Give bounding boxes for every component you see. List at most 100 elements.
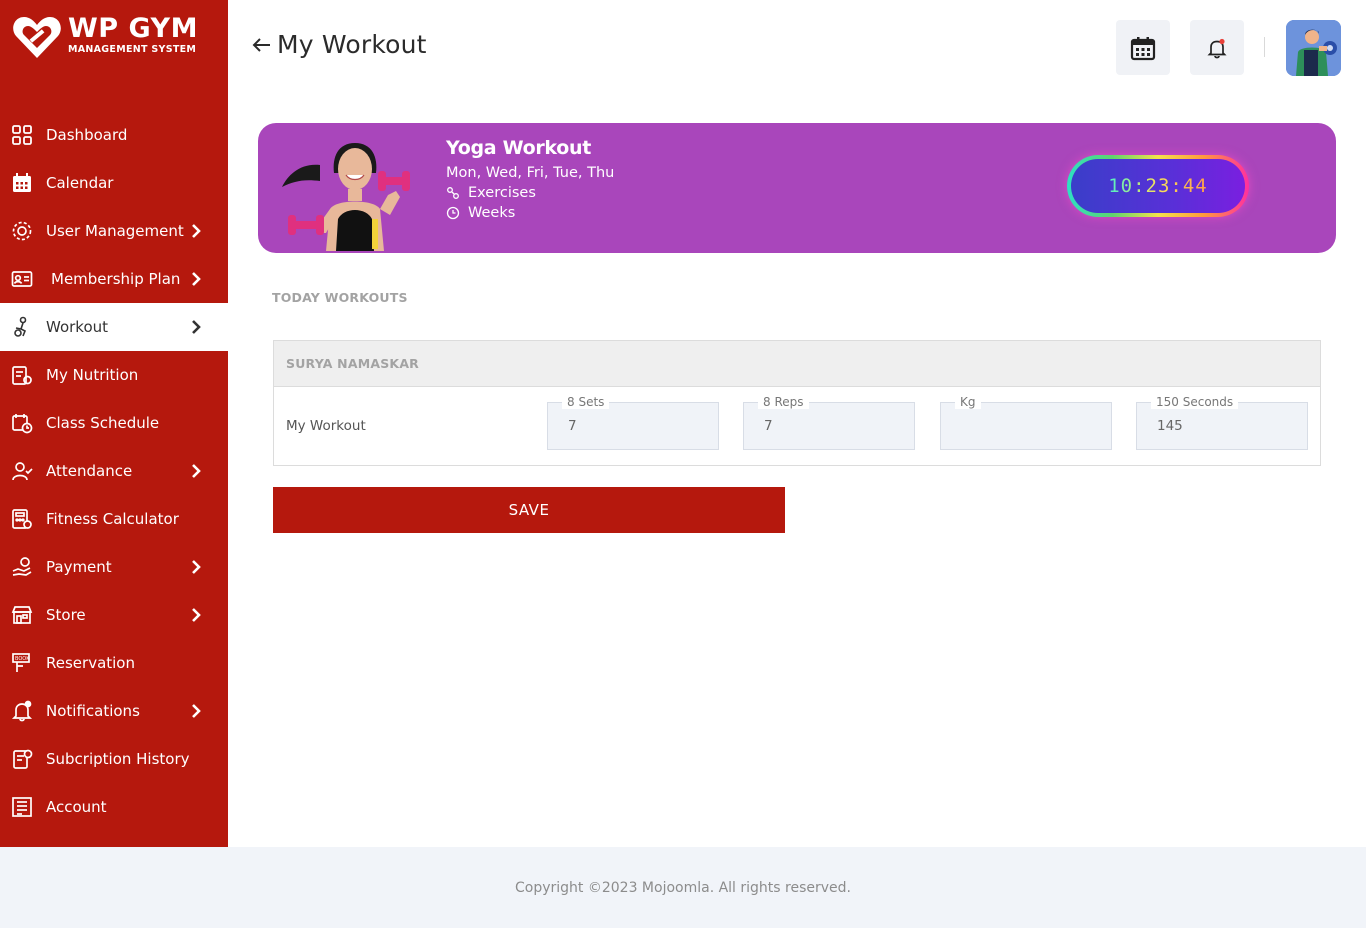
back-arrow-icon[interactable] xyxy=(250,34,272,56)
calendar-button[interactable] xyxy=(1116,20,1170,75)
brand-subtitle: MANAGEMENT SYSTEM xyxy=(68,44,197,55)
sidebar-item-fitness-calculator[interactable]: Fitness Calculator xyxy=(0,495,228,543)
chevron-right-icon xyxy=(192,224,201,238)
exercises-row: Exercises xyxy=(446,185,614,201)
sidebar-item-label: User Management xyxy=(46,222,184,240)
heart-logo-icon xyxy=(13,17,61,58)
user-avatar-image xyxy=(1286,20,1341,76)
workout-icon xyxy=(11,316,33,338)
timer-value: 10:23:44 xyxy=(1108,175,1208,197)
clock-icon xyxy=(446,206,460,220)
sets-field[interactable]: 8 Sets 7 xyxy=(547,395,719,450)
users-gear-icon xyxy=(11,220,33,242)
sidebar-item-label: Notifications xyxy=(46,702,140,720)
sidebar-item-label: My Nutrition xyxy=(46,366,139,384)
sidebar-item-dashboard[interactable]: Dashboard xyxy=(0,111,228,159)
chevron-right-icon xyxy=(192,272,201,286)
sidebar-item-user-management[interactable]: User Management xyxy=(0,207,228,255)
workout-timer: 10:23:44 xyxy=(1067,155,1249,217)
workout-days: Mon, Wed, Fri, Tue, Thu xyxy=(446,165,615,181)
calculator-icon xyxy=(11,508,33,530)
brand-logo-area[interactable]: WP GYM MANAGEMENT SYSTEM xyxy=(12,14,198,60)
row-label: My Workout xyxy=(286,418,366,434)
today-workouts-heading: TODAY WORKOUTS xyxy=(272,290,408,305)
save-button[interactable]: SAVE xyxy=(273,487,785,533)
svg-text:BOOK: BOOK xyxy=(15,656,30,662)
sidebar-item-my-nutrition[interactable]: My Nutrition xyxy=(0,351,228,399)
reps-legend: 8 Reps xyxy=(758,395,809,409)
sidebar-item-payment[interactable]: Payment xyxy=(0,543,228,591)
chevron-right-icon xyxy=(192,560,201,574)
sidebar-nav: Dashboard Calendar User Management Membe… xyxy=(0,111,228,831)
sidebar-item-label: Workout xyxy=(46,318,109,336)
payment-icon xyxy=(11,556,33,578)
nutrition-icon xyxy=(11,364,33,386)
sidebar: WP GYM MANAGEMENT SYSTEM Dashboard Calen… xyxy=(0,0,228,847)
user-avatar[interactable] xyxy=(1286,20,1341,76)
kg-legend: Kg xyxy=(955,395,981,409)
sidebar-item-label: Payment xyxy=(46,558,112,576)
exercise-card-header: SURYA NAMASKAR xyxy=(274,341,1320,387)
footer: Copyright ©2023 Mojoomla. All rights res… xyxy=(0,847,1366,928)
store-icon xyxy=(11,604,33,626)
calendar-icon xyxy=(1130,36,1156,60)
page-title: My Workout xyxy=(277,30,427,59)
reps-field[interactable]: 8 Reps 7 xyxy=(743,395,915,450)
workout-banner: Yoga Workout Mon, Wed, Fri, Tue, Thu Exe… xyxy=(258,123,1336,253)
kg-field[interactable]: Kg xyxy=(940,395,1112,450)
sidebar-item-label: Subcription History xyxy=(46,750,190,768)
seconds-legend: 150 Seconds xyxy=(1151,395,1239,409)
exercises-icon xyxy=(447,187,459,199)
chevron-right-icon xyxy=(192,704,201,718)
sidebar-item-account[interactable]: Account xyxy=(0,783,228,831)
sidebar-item-membership-plan[interactable]: Membership Plan xyxy=(0,255,228,303)
sidebar-item-calendar[interactable]: Calendar xyxy=(0,159,228,207)
attendance-icon xyxy=(11,460,33,482)
page: WP GYM MANAGEMENT SYSTEM Dashboard Calen… xyxy=(0,0,1366,928)
sidebar-item-label: Calendar xyxy=(46,174,114,192)
bell-icon xyxy=(1207,38,1227,58)
sidebar-item-attendance[interactable]: Attendance xyxy=(0,447,228,495)
sets-value: 7 xyxy=(568,418,577,434)
exercise-name: SURYA NAMASKAR xyxy=(286,356,420,371)
fitness-woman-image xyxy=(282,143,410,251)
reps-value: 7 xyxy=(764,418,773,434)
sidebar-item-notifications[interactable]: Notifications xyxy=(0,687,228,735)
exercises-label: Exercises xyxy=(468,185,536,201)
bell-icon xyxy=(11,700,33,722)
sidebar-item-subscription-history[interactable]: Subcription History xyxy=(0,735,228,783)
sets-legend: 8 Sets xyxy=(562,395,610,409)
exercise-card: SURYA NAMASKAR My Workout 8 Sets 7 8 Rep… xyxy=(273,340,1321,466)
sidebar-item-reservation[interactable]: BOOK Reservation xyxy=(0,639,228,687)
history-icon xyxy=(11,748,33,770)
sidebar-item-label: Reservation xyxy=(46,654,135,672)
sidebar-item-label: Account xyxy=(46,798,107,816)
header-divider xyxy=(1264,37,1265,57)
sidebar-item-label: Membership Plan xyxy=(51,270,181,288)
reservation-icon: BOOK xyxy=(11,652,33,674)
sidebar-item-store[interactable]: Store xyxy=(0,591,228,639)
seconds-value: 145 xyxy=(1157,418,1183,434)
class-schedule-icon xyxy=(11,412,33,434)
chevron-right-icon xyxy=(192,608,201,622)
copyright-text: Copyright ©2023 Mojoomla. All rights res… xyxy=(514,879,851,896)
grid-icon xyxy=(11,124,33,146)
id-card-icon xyxy=(11,268,33,290)
notification-button[interactable] xyxy=(1190,20,1244,75)
weeks-row: Weeks xyxy=(446,205,614,221)
brand-title: WP GYM xyxy=(68,13,198,44)
weeks-label: Weeks xyxy=(468,205,516,221)
seconds-field[interactable]: 150 Seconds 145 xyxy=(1136,395,1308,450)
sidebar-item-label: Store xyxy=(46,606,86,624)
chevron-right-icon xyxy=(192,320,201,334)
account-icon xyxy=(11,796,33,818)
sidebar-item-class-schedule[interactable]: Class Schedule xyxy=(0,399,228,447)
sidebar-item-label: Dashboard xyxy=(46,126,128,144)
sidebar-item-workout[interactable]: Workout xyxy=(0,303,228,351)
sidebar-item-label: Class Schedule xyxy=(46,414,160,432)
page-header: My Workout xyxy=(250,30,427,59)
sidebar-item-label: Attendance xyxy=(46,462,133,480)
sidebar-item-label: Fitness Calculator xyxy=(46,510,179,528)
calendar-icon xyxy=(11,172,33,194)
chevron-right-icon xyxy=(192,464,201,478)
